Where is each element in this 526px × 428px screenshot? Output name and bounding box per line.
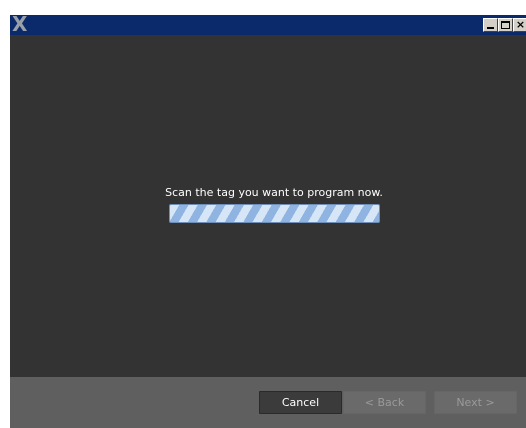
back-button[interactable]: < Back (343, 391, 426, 414)
wizard-window: X × Scan the tag you want to program now… (10, 15, 526, 428)
scan-prompt: Scan the tag you want to program now. (165, 186, 383, 199)
close-button[interactable]: × (513, 18, 526, 32)
minimize-button[interactable] (483, 18, 498, 32)
next-button[interactable]: Next > (434, 391, 517, 414)
button-bar: Cancel < Back Next > (10, 377, 526, 428)
title-bar[interactable]: X × (10, 15, 526, 36)
cancel-button[interactable]: Cancel (259, 391, 342, 414)
close-icon: × (515, 18, 526, 31)
app-logo-icon: X (12, 15, 28, 36)
maximize-button[interactable] (498, 18, 513, 32)
main-content: Scan the tag you want to program now. (10, 35, 526, 377)
maximize-icon (501, 21, 510, 29)
minimize-icon (487, 27, 494, 29)
progress-bar (169, 204, 380, 223)
